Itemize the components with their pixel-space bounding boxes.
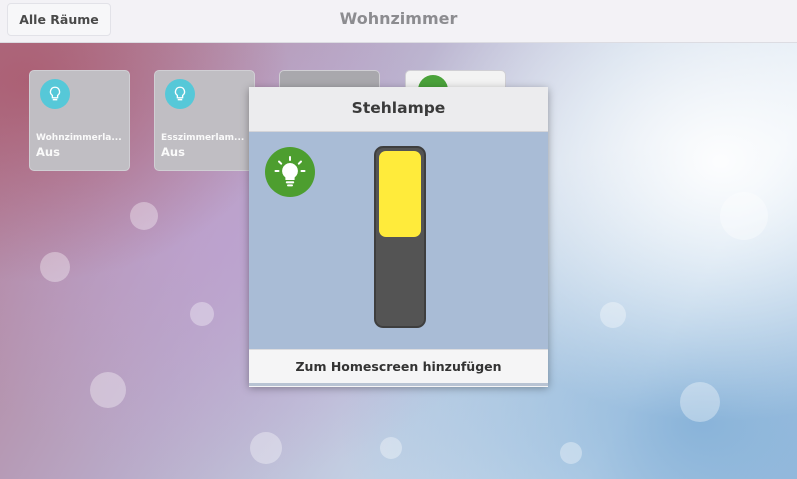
lightbulb-icon xyxy=(165,79,195,109)
device-tile[interactable]: Wohnzimmerla... Aus xyxy=(29,70,130,171)
bokeh-light xyxy=(720,192,768,240)
lightbulb-icon[interactable] xyxy=(265,147,315,197)
bokeh-light xyxy=(250,432,282,464)
device-name: Esszimmerlam... xyxy=(161,133,245,143)
bokeh-light xyxy=(190,302,214,326)
bokeh-light xyxy=(380,437,402,459)
device-dialog: Stehlampe Zum Homescreen hinzufügen xyxy=(249,87,548,387)
bokeh-light xyxy=(560,442,582,464)
device-state: Aus xyxy=(161,145,185,159)
bokeh-light xyxy=(90,372,126,408)
dialog-title: Stehlampe xyxy=(249,87,548,132)
bokeh-light xyxy=(680,382,720,422)
device-tile[interactable]: Esszimmerlam... Aus xyxy=(154,70,255,171)
bokeh-light xyxy=(130,202,158,230)
bokeh-light xyxy=(40,252,70,282)
brightness-slider[interactable] xyxy=(374,146,426,328)
lightbulb-icon xyxy=(40,79,70,109)
add-to-homescreen-button[interactable]: Zum Homescreen hinzufügen xyxy=(249,349,548,387)
brightness-slider-fill xyxy=(379,151,421,237)
app-header: Alle Räume Wohnzimmer xyxy=(0,0,797,43)
page-title: Wohnzimmer xyxy=(339,9,458,28)
dialog-divider xyxy=(249,383,548,386)
device-state: Aus xyxy=(36,145,60,159)
all-rooms-button[interactable]: Alle Räume xyxy=(7,3,111,36)
bokeh-light xyxy=(600,302,626,328)
device-name: Wohnzimmerla... xyxy=(36,133,122,143)
